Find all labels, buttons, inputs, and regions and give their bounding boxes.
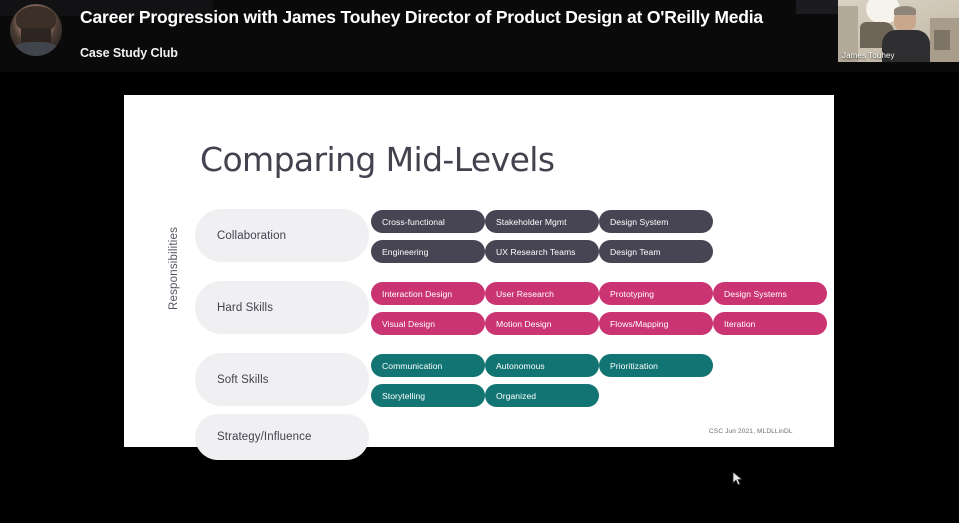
tag-pill: Communication [371, 354, 485, 377]
category-label: Collaboration [217, 229, 287, 242]
responsibilities-axis-label: Responsibilities [168, 226, 180, 310]
category-label: Strategy/Influence [217, 431, 312, 443]
category-pill-collaboration: Collaboration [195, 209, 369, 262]
category-label: Hard Skills [217, 301, 274, 314]
slide-footer: CSC Jun 2021, MLDLLinDL [709, 428, 793, 435]
participant-name-label: James Touhey [842, 51, 895, 60]
video-person-hair [894, 6, 916, 15]
tag-pill: Prioritization [599, 354, 713, 377]
category-pill-strategy-influence: Strategy/Influence [195, 414, 369, 460]
tag-pill: Design System [599, 210, 713, 233]
tag-pill: Iteration [713, 312, 827, 335]
tag-pill: Organized [485, 384, 599, 407]
tag-pill: Prototyping [599, 282, 713, 305]
tag-pill: Motion Design [485, 312, 599, 335]
mouse-pointer-icon [732, 471, 744, 487]
category-pill-hard-skills: Hard Skills [195, 281, 369, 334]
category-pill-soft-skills: Soft Skills [195, 353, 369, 406]
self-view-video-tile[interactable]: James Touhey [838, 0, 959, 62]
webinar-header: Career Progression with James Touhey Dir… [0, 0, 959, 72]
tag-pill: User Research [485, 282, 599, 305]
avatar-body [12, 42, 60, 56]
header-titles: Career Progression with James Touhey Dir… [80, 4, 810, 60]
tag-pill: Cross-functional [371, 210, 485, 233]
tag-pill: Interaction Design [371, 282, 485, 305]
tag-pill: Design Systems [713, 282, 827, 305]
presenter-avatar [10, 4, 62, 56]
slide-title: Comparing Mid-Levels [200, 140, 555, 179]
video-shelf [930, 18, 959, 62]
screen: Career Progression with James Touhey Dir… [0, 0, 959, 523]
tag-pill: Visual Design [371, 312, 485, 335]
talk-title: Career Progression with James Touhey Dir… [80, 7, 763, 27]
tag-pill: Design Team [599, 240, 713, 263]
tag-pill: Engineering [371, 240, 485, 263]
tag-pill: UX Research Teams [485, 240, 599, 263]
category-label: Soft Skills [217, 373, 269, 386]
presentation-slide: Comparing Mid-Levels Responsibilities Co… [124, 95, 834, 460]
tag-pill: Storytelling [371, 384, 485, 407]
tag-pill: Stakeholder Mgmt [485, 210, 599, 233]
talk-subtitle: Case Study Club [80, 46, 178, 60]
tag-pill: Flows/Mapping [599, 312, 713, 335]
tag-pill: Autonomous [485, 354, 599, 377]
